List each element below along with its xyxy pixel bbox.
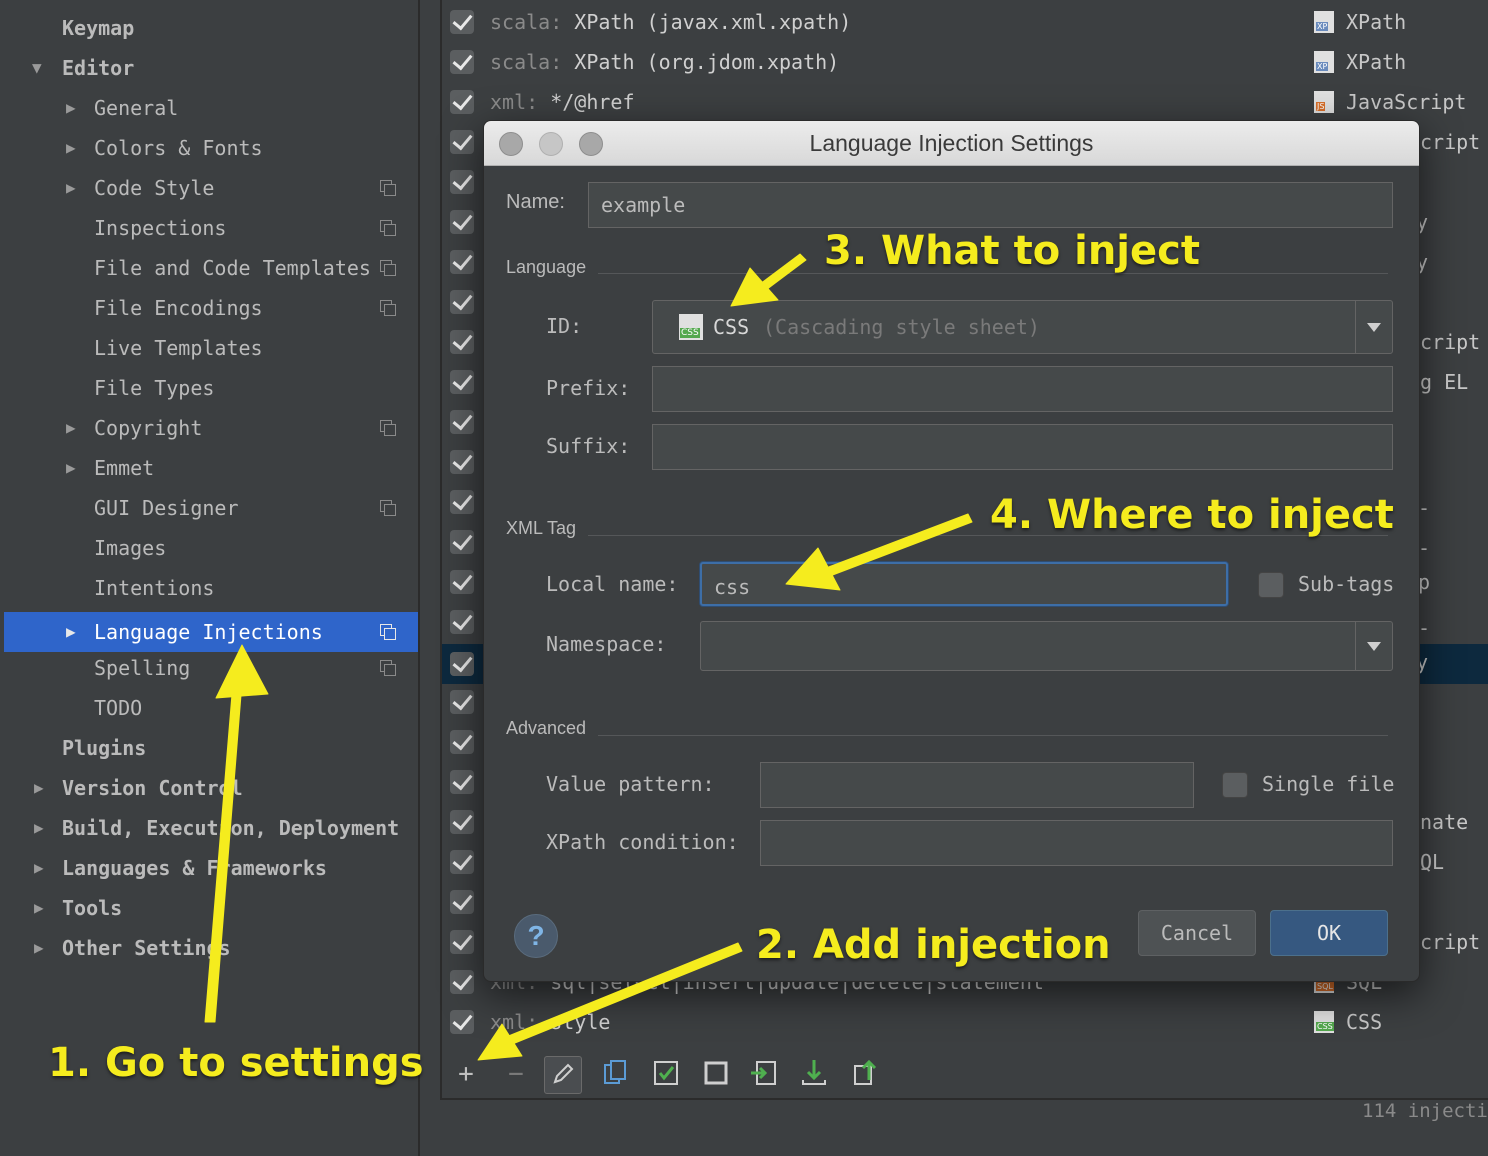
annotation-arrow-4 — [825, 513, 973, 577]
annotation-arrowhead-3 — [730, 267, 779, 307]
annotation-arrow-1 — [204, 693, 242, 1023]
annotation-step-1: 1. Go to settings — [48, 1040, 424, 1086]
annotation-arrow-2 — [505, 942, 743, 1046]
annotation-arrow-3 — [759, 253, 807, 291]
annotation-step-2: 2. Add injection — [756, 922, 1111, 968]
annotation-arrowhead-1 — [215, 644, 269, 699]
annotation-step-4: 4. Where to inject — [990, 492, 1394, 538]
annotation-step-3: 3. What to inject — [824, 228, 1200, 274]
annotation-arrows — [204, 253, 973, 1061]
